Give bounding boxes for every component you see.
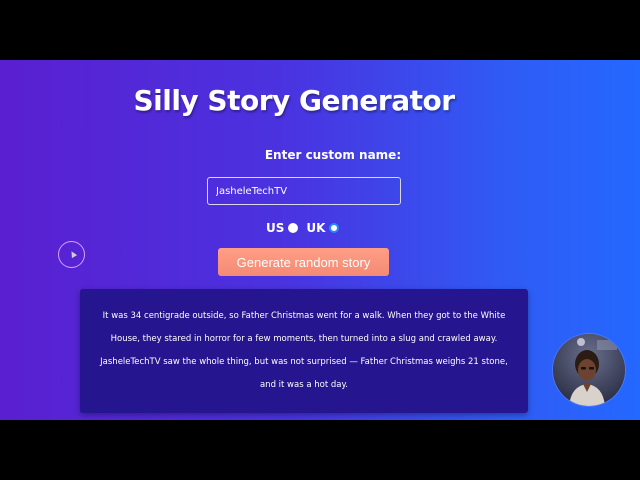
region-selector: US UK bbox=[266, 220, 347, 236]
page-title: Silly Story Generator bbox=[133, 84, 455, 117]
story-output: It was 34 centigrade outside, so Father … bbox=[80, 289, 528, 413]
region-us-radio[interactable] bbox=[288, 223, 299, 233]
custom-name-input[interactable] bbox=[207, 177, 401, 205]
region-us-label: US bbox=[266, 221, 285, 235]
video-frame: Silly Story Generator Enter custom name:… bbox=[0, 0, 640, 480]
region-uk-radio[interactable] bbox=[329, 223, 340, 233]
story-generator-page: Silly Story Generator Enter custom name:… bbox=[0, 60, 640, 420]
custom-name-label: Enter custom name: bbox=[264, 148, 402, 162]
presenter-avatar-graphic bbox=[553, 334, 625, 406]
generate-story-button[interactable]: Generate random story bbox=[218, 248, 389, 276]
presenter-webcam-icon bbox=[553, 334, 625, 406]
region-uk-label: UK bbox=[306, 221, 326, 235]
